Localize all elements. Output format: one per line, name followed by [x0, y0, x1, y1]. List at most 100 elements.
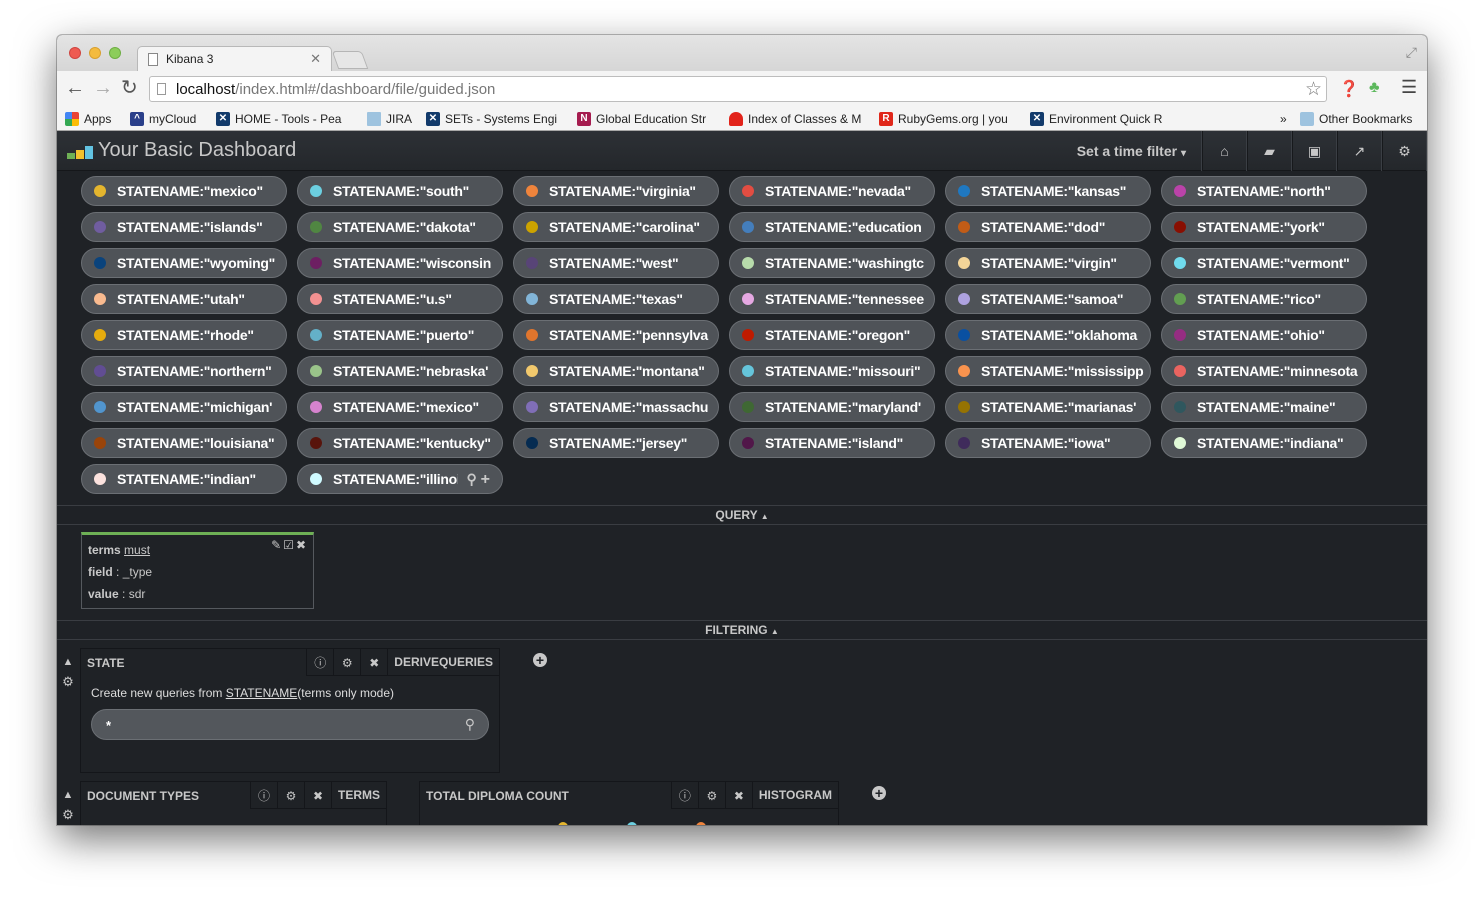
- query-label[interactable]: STATENAME:"indiana": [1197, 429, 1360, 457]
- settings-button[interactable]: ⚙: [1382, 131, 1427, 171]
- filtering-row-toggle[interactable]: FILTERING ▲: [57, 620, 1427, 640]
- query-label[interactable]: STATENAME:"utah": [117, 285, 280, 313]
- back-icon[interactable]: ←: [65, 78, 85, 98]
- query-color-dot[interactable]: [1174, 329, 1186, 341]
- query-color-dot[interactable]: [958, 329, 970, 341]
- query-color-dot[interactable]: [310, 257, 322, 269]
- query-color-dot[interactable]: [958, 401, 970, 413]
- save-dashboard-button[interactable]: ▣: [1292, 131, 1337, 171]
- query-color-dot[interactable]: [310, 329, 322, 341]
- query-label[interactable]: STATENAME:"texas": [549, 285, 712, 313]
- query-label[interactable]: STATENAME:"mississipp: [981, 357, 1144, 385]
- fullscreen-icon[interactable]: ⤢: [1406, 44, 1417, 61]
- query-color-dot[interactable]: [310, 365, 322, 377]
- query-label[interactable]: STATENAME:"missouri": [765, 357, 928, 385]
- query-label[interactable]: STATENAME:"tennessee: [765, 285, 928, 313]
- query-color-dot[interactable]: [958, 293, 970, 305]
- panel-remove-icon[interactable]: ✖: [360, 649, 387, 676]
- query-color-dot[interactable]: [94, 329, 106, 341]
- query-color-dot[interactable]: [94, 293, 106, 305]
- query-color-dot[interactable]: [94, 473, 106, 485]
- query-color-dot[interactable]: [310, 473, 322, 485]
- search-icon[interactable]: ⚲: [465, 716, 475, 733]
- query-pill[interactable]: STATENAME:"minnesota: [1161, 356, 1367, 386]
- query-color-dot[interactable]: [958, 185, 970, 197]
- panel-remove-icon[interactable]: ✖: [724, 782, 752, 809]
- query-pill[interactable]: STATENAME:"dakota": [297, 212, 503, 242]
- query-label[interactable]: STATENAME:"washingtc: [765, 249, 928, 277]
- query-pill[interactable]: STATENAME:"oklahoma: [945, 320, 1151, 350]
- query-color-dot[interactable]: [94, 221, 106, 233]
- query-color-dot[interactable]: [94, 401, 106, 413]
- query-color-dot[interactable]: [1174, 221, 1186, 233]
- query-label[interactable]: STATENAME:"south": [333, 177, 496, 205]
- query-label[interactable]: STATENAME:"islands": [117, 213, 280, 241]
- bookmark-index-classes[interactable]: Index of Classes & M: [729, 112, 861, 126]
- remove-icon[interactable]: ✖: [296, 538, 308, 552]
- query-label[interactable]: STATENAME:"iowa": [981, 429, 1144, 457]
- query-label[interactable]: STATENAME:"jersey": [549, 429, 712, 457]
- query-pill[interactable]: STATENAME:"maine": [1161, 392, 1367, 422]
- query-label[interactable]: STATENAME:"indian": [117, 465, 280, 493]
- query-pill[interactable]: STATENAME:"island": [729, 428, 935, 458]
- query-pill[interactable]: STATENAME:"jersey": [513, 428, 719, 458]
- query-pill[interactable]: STATENAME:"rico": [1161, 284, 1367, 314]
- zoom-window-button[interactable]: [109, 47, 121, 59]
- query-pill[interactable]: STATENAME:"iowa": [945, 428, 1151, 458]
- query-color-dot[interactable]: [526, 293, 538, 305]
- search-icon[interactable]: ⚲: [467, 471, 481, 487]
- address-bar[interactable]: localhost/index.html#/dashboard/file/gui…: [149, 76, 1327, 102]
- query-row-toggle[interactable]: QUERY ▲: [57, 505, 1427, 525]
- query-label[interactable]: STATENAME:"carolina": [549, 213, 712, 241]
- extension-bonsai-icon[interactable]: ♣: [1369, 79, 1380, 97]
- query-pill[interactable]: STATENAME:"nebraska': [297, 356, 503, 386]
- query-color-dot[interactable]: [94, 257, 106, 269]
- query-pill[interactable]: STATENAME:"illinoi ⚲ +: [297, 464, 503, 494]
- query-color-dot[interactable]: [742, 221, 754, 233]
- query-label[interactable]: STATENAME:"illinoi: [333, 465, 458, 493]
- query-color-dot[interactable]: [1174, 401, 1186, 413]
- query-color-dot[interactable]: [1174, 257, 1186, 269]
- query-color-dot[interactable]: [742, 365, 754, 377]
- bookmark-global-education[interactable]: N Global Education Str: [577, 112, 706, 126]
- query-label[interactable]: STATENAME:"north": [1197, 177, 1360, 205]
- query-pill[interactable]: STATENAME:"dod": [945, 212, 1151, 242]
- query-pill[interactable]: STATENAME:"kentucky": [297, 428, 503, 458]
- query-color-dot[interactable]: [1174, 365, 1186, 377]
- query-color-dot[interactable]: [958, 257, 970, 269]
- query-label[interactable]: STATENAME:"marianas': [981, 393, 1144, 421]
- query-label[interactable]: STATENAME:"rico": [1197, 285, 1360, 313]
- query-label[interactable]: STATENAME:"nevada": [765, 177, 928, 205]
- query-pill[interactable]: STATENAME:"indiana": [1161, 428, 1367, 458]
- query-color-dot[interactable]: [958, 221, 970, 233]
- query-pill[interactable]: STATENAME:"u.s": [297, 284, 503, 314]
- load-dashboard-button[interactable]: ▰: [1247, 131, 1292, 171]
- query-pill[interactable]: STATENAME:"washingtc: [729, 248, 935, 278]
- query-label[interactable]: STATENAME:"pennsylva: [549, 321, 712, 349]
- query-pill[interactable]: STATENAME:"ohio": [1161, 320, 1367, 350]
- query-pill[interactable]: STATENAME:"wyoming": [81, 248, 287, 278]
- query-label[interactable]: STATENAME:"oklahoma: [981, 321, 1144, 349]
- query-label[interactable]: STATENAME:"mexico": [117, 177, 280, 205]
- tab-close-icon[interactable]: ✕: [310, 51, 321, 67]
- add-panel-icon[interactable]: +: [872, 786, 886, 800]
- query-color-dot[interactable]: [958, 365, 970, 377]
- row-collapse-icon[interactable]: ▲: [62, 656, 74, 668]
- query-color-dot[interactable]: [742, 401, 754, 413]
- query-pill[interactable]: STATENAME:"tennessee: [729, 284, 935, 314]
- bookmarks-overflow[interactable]: »: [1280, 112, 1287, 126]
- query-pill[interactable]: STATENAME:"texas": [513, 284, 719, 314]
- edit-icon[interactable]: ✎: [271, 538, 283, 552]
- query-pill[interactable]: STATENAME:"wisconsin: [297, 248, 503, 278]
- query-label[interactable]: STATENAME:"massachu: [549, 393, 712, 421]
- query-label[interactable]: STATENAME:"nebraska': [333, 357, 496, 385]
- row-collapse-icon[interactable]: ▲: [62, 789, 74, 801]
- bookmark-apps[interactable]: Apps: [65, 112, 111, 126]
- minimize-window-button[interactable]: [89, 47, 101, 59]
- query-pill[interactable]: STATENAME:"massachu: [513, 392, 719, 422]
- query-pill[interactable]: STATENAME:"utah": [81, 284, 287, 314]
- query-color-dot[interactable]: [310, 437, 322, 449]
- query-pill[interactable]: STATENAME:"kansas": [945, 176, 1151, 206]
- toggle-check-icon[interactable]: ☑: [283, 538, 296, 552]
- help-icon[interactable]: ❓: [1339, 79, 1359, 99]
